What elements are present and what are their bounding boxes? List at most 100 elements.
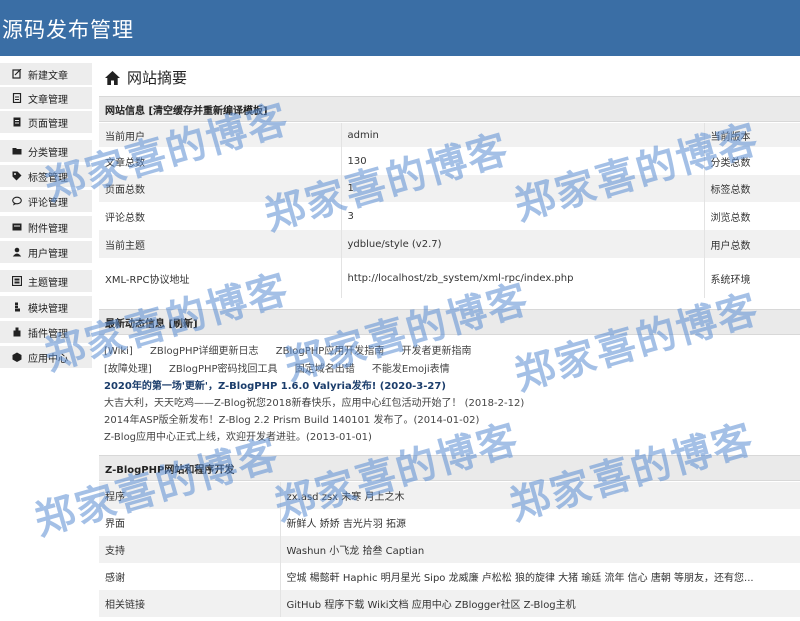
dev-heading: Z-BlogPHP网站和程序开发 (99, 455, 800, 481)
news-link[interactable]: [Wiki] (104, 346, 133, 357)
dev-label: 程序 (99, 482, 280, 509)
dev-value: zx.asd zsx 未寒 月上之木 (279, 482, 800, 509)
sidebar-item-app-center[interactable]: 应用中心 (0, 346, 92, 368)
app-center-icon (12, 352, 22, 362)
site-info-label: 页面总数 (99, 175, 341, 202)
sidebar-item-comments[interactable]: 评论管理 (0, 190, 92, 212)
sidebar-item-label: 插件管理 (28, 328, 68, 340)
news-heading[interactable]: 最新动态信息 [刷新] (99, 309, 800, 335)
table-row: 支持 Washun 小飞龙 拾叁 Captian (99, 536, 800, 563)
page-icon (12, 117, 22, 127)
table-row: 感谢 空城 楊懿軒 Haphic 明月星光 Sipo 龙威廉 卢松松 狼的旋律 … (99, 563, 800, 590)
site-info-value: 1 (340, 175, 704, 202)
folder-icon (12, 146, 22, 156)
table-row: 当前用户 admin 当前版本 (99, 123, 800, 147)
site-info-label: XML-RPC协议地址 (99, 258, 341, 298)
sidebar-item-pages[interactable]: 页面管理 (0, 111, 92, 133)
theme-icon (11, 275, 23, 287)
site-info-label: 标签总数 (703, 175, 800, 202)
sidebar-item-label: 主题管理 (28, 277, 68, 289)
table-row: 文章总数 130 分类总数 (99, 147, 800, 175)
dev-value[interactable]: GitHub 程序下载 Wiki文档 应用中心 ZBlogger社区 Z-Blo… (279, 590, 800, 617)
news-links-row: [Wiki] ZBlogPHP详细更新日志 ZBlogPHP应用开发指南 开发者… (104, 342, 485, 357)
sidebar-item-categories[interactable]: 分类管理 (0, 140, 92, 162)
table-row: XML-RPC协议地址 http://localhost/zb_system/x… (99, 258, 800, 298)
site-info-label: 系统环境 (703, 258, 800, 298)
site-info-label: 评论总数 (99, 202, 341, 230)
sidebar-item-label: 应用中心 (28, 353, 68, 365)
sidebar-item-label: 模块管理 (28, 303, 68, 315)
site-info-value: http://localhost/zb_system/xml-rpc/index… (340, 258, 704, 298)
site-info-label: 文章总数 (99, 147, 341, 175)
news-link[interactable]: 不能发Emoji表情 (372, 364, 450, 375)
site-info-label: 当前用户 (99, 123, 341, 147)
document-icon (12, 92, 22, 104)
news-item[interactable]: Z-Blog应用中心正式上线，欢迎开发者进驻。(2013-01-01) (104, 428, 372, 443)
tag-icon (12, 171, 22, 181)
sidebar-item-label: 页面管理 (28, 118, 68, 130)
site-info-value: admin (340, 123, 704, 147)
sidebar-item-users[interactable]: 用户管理 (0, 241, 92, 263)
dev-label: 界面 (99, 509, 280, 536)
dev-label: 感谢 (99, 563, 280, 590)
attachment-icon (12, 222, 22, 232)
table-row: 页面总数 1 标签总数 (99, 175, 800, 202)
sidebar-item-themes[interactable]: 主题管理 (0, 270, 92, 292)
top-bar: 源码发布管理 (0, 0, 800, 56)
news-link[interactable]: 开发者更新指南 (401, 346, 471, 357)
site-info-heading[interactable]: 网站信息 [清空缓存并重新编译模板] (99, 96, 800, 122)
sidebar-item-modules[interactable]: 模块管理 (0, 296, 92, 318)
news-link[interactable]: 固定域名出错 (295, 364, 355, 375)
site-info-value: 3 (340, 202, 704, 230)
user-icon (12, 247, 22, 257)
news-link[interactable]: ZBlogPHP密码找回工具 (169, 364, 278, 375)
app-title: 源码发布管理 (2, 18, 134, 42)
page-title: 网站摘要 (104, 67, 187, 88)
table-row: 程序 zx.asd zsx 未寒 月上之木 (99, 482, 800, 509)
plugin-icon (12, 327, 22, 337)
dev-label: 相关链接 (99, 590, 280, 617)
sidebar-item-tags[interactable]: 标签管理 (0, 165, 92, 187)
sidebar-item-label: 用户管理 (28, 248, 68, 260)
dev-value: Washun 小飞龙 拾叁 Captian (279, 536, 800, 563)
sidebar-item-label: 分类管理 (28, 147, 68, 159)
sidebar-item-articles[interactable]: 文章管理 (0, 87, 92, 109)
dev-value: 新鲜人 娇娇 吉光片羽 拓源 (279, 509, 800, 536)
module-icon (12, 302, 22, 312)
news-links-row: [故障处理] ZBlogPHP密码找回工具 固定域名出错 不能发Emoji表情 (104, 360, 464, 375)
dev-table: 程序 zx.asd zsx 未寒 月上之木 界面 新鲜人 娇娇 吉光片羽 拓源 … (99, 482, 800, 617)
sidebar-item-label: 附件管理 (28, 223, 68, 235)
dev-label: 支持 (99, 536, 280, 563)
site-info-label: 当前主题 (99, 230, 341, 258)
sidebar: 新建文章 文章管理 页面管理 分类管理 标签管理 评论管理 附件管理 用户管理 … (0, 58, 92, 621)
sidebar-item-label: 评论管理 (28, 197, 68, 209)
sidebar-item-attachments[interactable]: 附件管理 (0, 216, 92, 238)
table-row: 当前主题 ydblue/style (v2.7) 用户总数 (99, 230, 800, 258)
page-title-text: 网站摘要 (127, 69, 188, 87)
site-info-label: 浏览总数 (703, 202, 800, 230)
news-item[interactable]: 大吉大利，天天吃鸡——Z-Blog祝您2018新春快乐，应用中心红包活动开始了！… (104, 394, 524, 409)
comment-icon (12, 196, 22, 206)
table-row: 评论总数 3 浏览总数 (99, 202, 800, 230)
site-info-label: 分类总数 (703, 147, 800, 175)
dev-value: 空城 楊懿軒 Haphic 明月星光 Sipo 龙威廉 卢松松 狼的旋律 大猪 … (279, 563, 800, 590)
news-link[interactable]: ZBlogPHP应用开发指南 (276, 346, 385, 357)
site-info-label: 当前版本 (703, 123, 800, 147)
site-info-value: ydblue/style (v2.7) (340, 230, 704, 258)
sidebar-item-new-article[interactable]: 新建文章 (0, 63, 92, 85)
sidebar-item-label: 文章管理 (28, 94, 68, 106)
sidebar-item-label: 标签管理 (28, 172, 68, 184)
news-item[interactable]: 2014年ASP版全新发布！Z-Blog 2.2 Prism Build 140… (104, 411, 479, 426)
news-headline[interactable]: 2020年的第一场'更新'，Z-BlogPHP 1.6.0 Valyria发布!… (104, 377, 446, 392)
table-row: 界面 新鲜人 娇娇 吉光片羽 拓源 (99, 509, 800, 536)
site-info-table: 当前用户 admin 当前版本 文章总数 130 分类总数 页面总数 1 标签总… (99, 123, 800, 298)
table-row: 相关链接 GitHub 程序下载 Wiki文档 应用中心 ZBlogger社区 … (99, 590, 800, 617)
site-info-label: 用户总数 (703, 230, 800, 258)
sidebar-item-label: 新建文章 (28, 70, 68, 82)
sidebar-item-plugins[interactable]: 插件管理 (0, 321, 92, 343)
news-link[interactable]: ZBlogPHP详细更新日志 (150, 346, 259, 357)
edit-icon (12, 68, 22, 79)
news-link[interactable]: [故障处理] (104, 364, 152, 375)
home-icon (105, 70, 120, 85)
site-info-value: 130 (340, 147, 704, 175)
